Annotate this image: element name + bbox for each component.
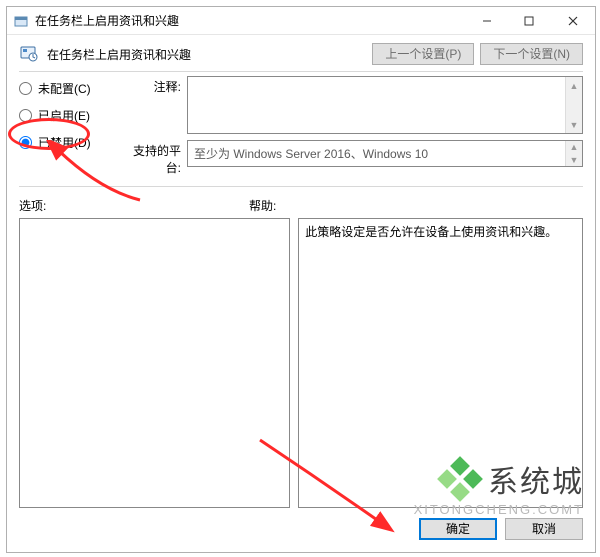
policy-icon	[19, 44, 39, 64]
app-icon	[13, 13, 29, 29]
radio-enabled-input[interactable]	[19, 109, 32, 122]
radio-not-configured[interactable]: 未配置(C)	[19, 80, 127, 97]
next-setting-button[interactable]: 下一个设置(N)	[480, 43, 583, 65]
radio-disabled-input[interactable]	[19, 136, 32, 149]
previous-setting-button[interactable]: 上一个设置(P)	[372, 43, 474, 65]
comment-scrollbar[interactable]: ▲ ▼	[565, 77, 582, 133]
options-label: 选项:	[19, 197, 249, 214]
scroll-up-icon[interactable]: ▲	[566, 141, 582, 154]
close-button[interactable]	[550, 7, 595, 34]
comment-textarea[interactable]: ▲ ▼	[187, 76, 583, 134]
radio-enabled-label: 已启用(E)	[38, 107, 90, 124]
dialog-footer: 确定 取消	[7, 508, 595, 552]
scroll-down-icon[interactable]: ▼	[566, 154, 582, 167]
state-radio-group: 未配置(C) 已启用(E) 已禁用(D)	[19, 76, 127, 151]
policy-title: 在任务栏上启用资讯和兴趣	[47, 46, 191, 63]
supported-text-value: 至少为 Windows Server 2016、Windows 10	[194, 147, 428, 161]
supported-text: 至少为 Windows Server 2016、Windows 10 ▲ ▼	[187, 140, 583, 167]
radio-disabled[interactable]: 已禁用(D)	[19, 134, 127, 151]
minimize-button[interactable]	[466, 7, 508, 34]
comment-label: 注释:	[127, 76, 187, 95]
help-pane: 此策略设定是否允许在设备上使用资讯和兴趣。	[298, 218, 583, 508]
help-text: 此策略设定是否允许在设备上使用资讯和兴趣。	[305, 225, 557, 239]
scroll-down-icon[interactable]: ▼	[566, 116, 582, 133]
titlebar: 在任务栏上启用资讯和兴趣	[7, 7, 595, 35]
radio-not-configured-label: 未配置(C)	[38, 80, 91, 97]
subheader: 在任务栏上启用资讯和兴趣 上一个设置(P) 下一个设置(N)	[7, 35, 595, 71]
help-label: 帮助:	[249, 197, 276, 214]
options-pane	[19, 218, 290, 508]
window-title: 在任务栏上启用资讯和兴趣	[35, 12, 466, 29]
dialog-window: 在任务栏上启用资讯和兴趣 在任务栏上启用资讯和兴趣 上一个设置(P)	[6, 6, 596, 553]
ok-button[interactable]: 确定	[419, 518, 497, 540]
window-controls	[466, 7, 595, 34]
radio-not-configured-input[interactable]	[19, 82, 32, 95]
cancel-button[interactable]: 取消	[505, 518, 583, 540]
supported-label: 支持的平台:	[127, 140, 187, 176]
radio-enabled[interactable]: 已启用(E)	[19, 107, 127, 124]
scroll-up-icon[interactable]: ▲	[566, 77, 582, 94]
supported-scrollbar[interactable]: ▲ ▼	[565, 141, 582, 166]
maximize-button[interactable]	[508, 7, 550, 34]
radio-disabled-label: 已禁用(D)	[38, 134, 91, 151]
